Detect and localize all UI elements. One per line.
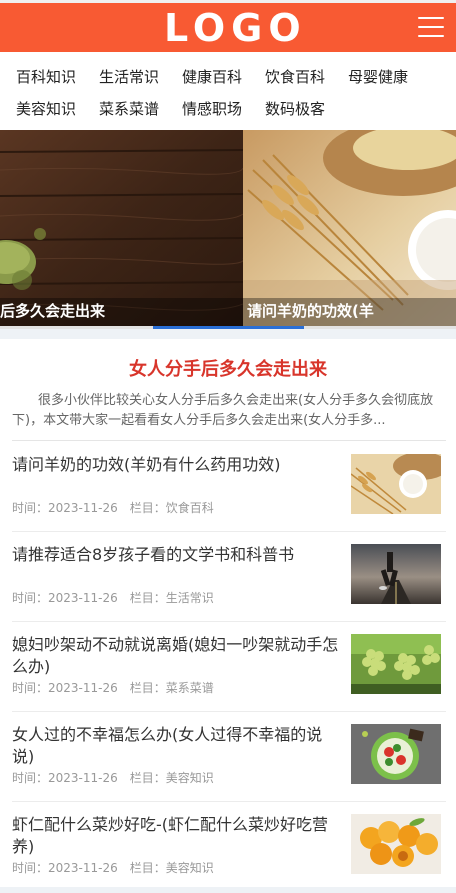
carousel-slide[interactable]: 后多久会走出来 bbox=[0, 130, 243, 328]
news-title[interactable]: 虾仁配什么菜炒好吃-(虾仁配什么菜炒好吃营养) bbox=[12, 814, 342, 858]
news-category[interactable]: 菜系菜谱 bbox=[166, 681, 214, 695]
news-item: 女人过的不幸福怎么办(女人过得不幸福的说说) 时间：2023-11-26 栏目：美… bbox=[0, 712, 456, 802]
carousel-slide[interactable]: 请问羊奶的功效(羊 bbox=[243, 130, 456, 328]
news-date: 2023-11-26 bbox=[48, 771, 118, 785]
meta-column-label: 栏目： bbox=[129, 771, 166, 785]
site-header: LOGO bbox=[0, 3, 456, 52]
nav-item-shenghuo[interactable]: 生活常识 bbox=[99, 67, 159, 87]
meta-column-label: 栏目： bbox=[129, 861, 166, 875]
news-meta: 时间：2023-11-26 栏目：饮食百科 bbox=[12, 500, 214, 516]
nav-item-caixi[interactable]: 菜系菜谱 bbox=[99, 99, 159, 119]
news-meta: 时间：2023-11-26 栏目：生活常识 bbox=[12, 590, 214, 606]
site-logo[interactable]: LOGO bbox=[164, 8, 301, 48]
news-date: 2023-11-26 bbox=[48, 501, 118, 515]
news-date: 2023-11-26 bbox=[48, 861, 118, 875]
news-category[interactable]: 美容知识 bbox=[166, 771, 214, 785]
news-category[interactable]: 饮食百科 bbox=[166, 501, 214, 515]
carousel-caption[interactable]: 请问羊奶的功效(羊 bbox=[243, 298, 456, 328]
nav-item-yinshi[interactable]: 饮食百科 bbox=[265, 67, 325, 87]
news-item: 请问羊奶的功效(羊奶有什么药用功效) 时间：2023-11-26 栏目：饮食百科 bbox=[0, 442, 456, 532]
news-item: 虾仁配什么菜炒好吃-(虾仁配什么菜炒好吃营养) 时间：2023-11-26 栏目：… bbox=[0, 802, 456, 892]
green-grapes-thumbnail[interactable] bbox=[351, 634, 441, 694]
nav-item-shuma[interactable]: 数码极客 bbox=[265, 99, 325, 119]
nav-item-muying[interactable]: 母婴健康 bbox=[348, 67, 408, 87]
news-date: 2023-11-26 bbox=[48, 591, 118, 605]
bottom-gap bbox=[0, 887, 456, 893]
meta-time-label: 时间： bbox=[12, 771, 49, 785]
news-category[interactable]: 生活常识 bbox=[166, 591, 214, 605]
nav-item-meirong[interactable]: 美容知识 bbox=[16, 99, 76, 119]
divider bbox=[12, 440, 446, 441]
featured-title[interactable]: 女人分手后多久会走出来 bbox=[0, 359, 456, 381]
apricots-thumbnail[interactable] bbox=[351, 814, 441, 874]
nav-item-baike[interactable]: 百科知识 bbox=[16, 67, 76, 87]
wheat-and-milk-thumbnail[interactable] bbox=[351, 454, 441, 514]
featured-article: 女人分手后多久会走出来 很多小伙伴比较关心女人分手后多久会走出来(女人分手多久会… bbox=[0, 339, 456, 442]
news-item: 媳妇吵架动不动就说离婚(媳妇一吵架就动手怎么办) 时间：2023-11-26 栏目… bbox=[0, 622, 456, 712]
news-date: 2023-11-26 bbox=[48, 681, 118, 695]
news-meta: 时间：2023-11-26 栏目：美容知识 bbox=[12, 770, 214, 786]
news-title[interactable]: 请推荐适合8岁孩子看的文学书和科普书 bbox=[12, 544, 342, 566]
nav-item-jiankang[interactable]: 健康百科 bbox=[182, 67, 242, 87]
hamburger-menu-icon[interactable] bbox=[418, 16, 444, 38]
section-gap bbox=[0, 329, 456, 339]
carousel-caption[interactable]: 后多久会走出来 bbox=[0, 298, 243, 328]
running-on-road-thumbnail[interactable] bbox=[351, 544, 441, 604]
news-meta: 时间：2023-11-26 栏目：美容知识 bbox=[12, 860, 214, 876]
meta-time-label: 时间： bbox=[12, 591, 49, 605]
featured-description: 很多小伙伴比较关心女人分手后多久会走出来(女人分手多久会彻底放下)，本文带大家一… bbox=[12, 393, 434, 428]
news-title[interactable]: 请问羊奶的功效(羊奶有什么药用功效) bbox=[12, 454, 342, 476]
news-meta: 时间：2023-11-26 栏目：菜系菜谱 bbox=[12, 680, 214, 696]
meta-column-label: 栏目： bbox=[129, 501, 166, 515]
news-title[interactable]: 女人过的不幸福怎么办(女人过得不幸福的说说) bbox=[12, 724, 342, 768]
nav-item-qinggan[interactable]: 情感职场 bbox=[182, 99, 242, 119]
meta-time-label: 时间： bbox=[12, 681, 49, 695]
news-category[interactable]: 美容知识 bbox=[166, 861, 214, 875]
salad-plate-thumbnail[interactable] bbox=[351, 724, 441, 784]
meta-column-label: 栏目： bbox=[129, 591, 166, 605]
image-carousel[interactable]: 后多久会走出来 请问羊奶的功效(羊 bbox=[0, 130, 456, 328]
news-item: 请推荐适合8岁孩子看的文学书和科普书 时间：2023-11-26 栏目：生活常识 bbox=[0, 532, 456, 622]
meta-time-label: 时间： bbox=[12, 861, 49, 875]
meta-time-label: 时间： bbox=[12, 501, 49, 515]
meta-column-label: 栏目： bbox=[129, 681, 166, 695]
category-nav: 百科知识 生活常识 健康百科 饮食百科 母婴健康 美容知识 菜系菜谱 情感职场 … bbox=[0, 52, 456, 130]
news-title[interactable]: 媳妇吵架动不动就说离婚(媳妇一吵架就动手怎么办) bbox=[12, 634, 342, 678]
